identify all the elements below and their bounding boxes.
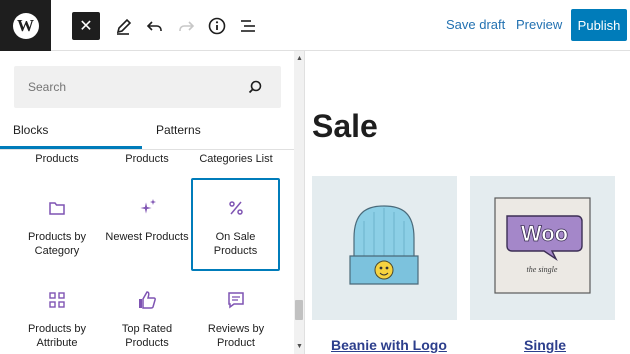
- wordpress-logo-button[interactable]: W: [0, 0, 51, 51]
- editor-canvas: Sale Woo the single Beanie with Logo Sin…: [306, 51, 630, 354]
- scroll-up-arrow-icon[interactable]: ▲: [296, 55, 303, 62]
- scroll-down-arrow-icon[interactable]: ▼: [296, 343, 303, 350]
- search-icon: [248, 80, 262, 94]
- block-item-label: Products by Category: [27, 231, 87, 257]
- block-grid: Products Products Categories List Produc…: [0, 150, 294, 354]
- block-item-products-partial-2[interactable]: Products: [103, 152, 191, 166]
- block-item-label: Top Rated Products: [121, 323, 173, 349]
- publish-button[interactable]: Publish: [571, 9, 627, 41]
- block-item-label: On Sale Products: [213, 231, 258, 257]
- redo-icon: [179, 21, 195, 31]
- close-icon: ✕: [79, 18, 93, 35]
- product-link-beanie-with-logo[interactable]: Beanie with Logo: [331, 337, 447, 353]
- tab-blocks[interactable]: Blocks: [13, 123, 48, 137]
- tools-button[interactable]: [110, 12, 138, 40]
- list-view-button[interactable]: [234, 12, 262, 40]
- block-item-products-partial-1[interactable]: Products: [13, 152, 101, 166]
- woo-album-image: Woo the single: [494, 197, 591, 294]
- details-button[interactable]: [203, 12, 231, 40]
- active-tab-indicator: [0, 146, 142, 149]
- block-item-top-rated-products[interactable]: Top Rated Products: [103, 287, 191, 350]
- folder-icon: [49, 202, 65, 215]
- block-item-newest-products[interactable]: Newest Products: [103, 178, 191, 271]
- list-view-icon: [241, 20, 255, 32]
- beanie-image: [349, 205, 419, 285]
- redo-button[interactable]: [172, 12, 200, 40]
- block-inserter-panel: Search Blocks Patterns Products Products…: [0, 51, 305, 354]
- block-item-products-by-category[interactable]: Products by Category: [13, 178, 101, 271]
- pencil-icon: [116, 18, 132, 35]
- top-toolbar: W ✕ Save draft Preview Publish: [0, 0, 630, 51]
- product-link-single[interactable]: Single: [524, 337, 566, 353]
- wordpress-logo-icon: W: [12, 12, 39, 39]
- tab-patterns[interactable]: Patterns: [156, 123, 201, 137]
- sparkle-icon: [140, 199, 156, 214]
- scrollbar-thumb[interactable]: [295, 300, 303, 320]
- undo-button[interactable]: [141, 12, 169, 40]
- block-item-label: Products by Attribute: [27, 323, 87, 349]
- block-item-label: Categories List: [199, 153, 273, 165]
- preview-button[interactable]: Preview: [516, 17, 562, 32]
- close-inserter-button[interactable]: ✕: [72, 12, 100, 40]
- block-item-products-by-attribute[interactable]: Products by Attribute: [13, 287, 101, 350]
- block-item-label: Reviews by Product: [207, 323, 265, 349]
- grid-icon: [49, 292, 65, 308]
- page-title[interactable]: Sale: [312, 108, 378, 145]
- product-image-beanie[interactable]: [312, 176, 457, 320]
- percent-icon: [228, 201, 243, 215]
- block-search[interactable]: Search: [14, 66, 281, 108]
- block-item-categories-list[interactable]: Categories List: [192, 152, 280, 166]
- woo-logo-text: Woo: [521, 221, 568, 246]
- block-item-label: Products: [125, 153, 169, 165]
- block-item-on-sale-products[interactable]: On Sale Products: [191, 178, 280, 271]
- block-item-label: Products: [35, 153, 79, 165]
- info-icon: [208, 17, 226, 35]
- block-item-reviews-by-product[interactable]: Reviews by Product: [192, 287, 280, 350]
- block-item-label: Newest Products: [105, 231, 189, 243]
- undo-icon: [146, 21, 162, 31]
- album-subtitle: the single: [527, 265, 558, 274]
- search-input[interactable]: Search: [28, 80, 66, 94]
- thumbs-up-icon: [139, 291, 156, 309]
- inserter-tabs: Blocks Patterns: [0, 115, 294, 150]
- save-draft-button[interactable]: Save draft: [446, 17, 505, 32]
- comment-icon: [228, 292, 244, 309]
- inserter-scrollbar[interactable]: ▲ ▼: [294, 51, 304, 354]
- product-image-single[interactable]: Woo the single: [470, 176, 615, 320]
